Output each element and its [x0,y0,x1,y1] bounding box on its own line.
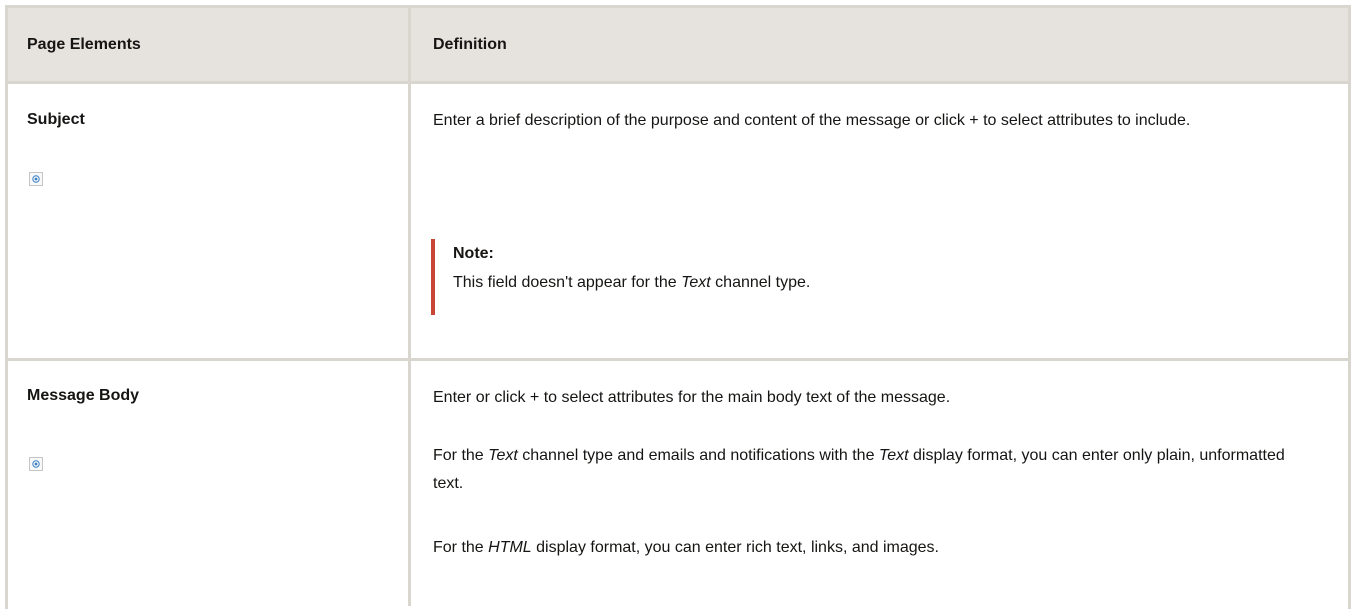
text-emphasis: HTML [488,539,532,556]
note-text-part: This field doesn't appear for the [453,274,682,291]
term-cell: Subject [8,84,411,358]
table-row: Subject Enter a brief description of the… [8,84,1348,361]
text-part: For the [433,447,489,464]
definition-cell: Enter or click + to select attributes fo… [411,361,1348,606]
text-part: For the [433,539,489,556]
definition-text: Enter or click + to select attributes fo… [433,389,951,406]
add-attribute-icon [32,460,40,468]
add-attribute-icon [32,175,40,183]
header-cell-page-elements: Page Elements [8,8,411,81]
table-row: Message Body Enter or click + to select … [8,361,1348,606]
note-text-part: channel type. [710,274,811,291]
note-text: This field doesn't appear for the Text c… [453,273,1031,293]
add-attribute-button[interactable] [29,457,43,471]
definition-text: For the HTML display format, you can ent… [433,534,1288,562]
term-message-body: Message Body [27,387,140,404]
text-emphasis: Text [488,447,518,464]
definition-table: Page Elements Definition Subject Enter a… [5,5,1351,609]
term-cell: Message Body [8,361,411,606]
column-header-definition: Definition [433,35,507,53]
definition-text: For the Text channel type and emails and… [433,442,1288,498]
text-emphasis: Text [878,447,909,464]
definition-cell: Enter a brief description of the purpose… [411,84,1348,358]
note-text-emphasis: Text [681,274,711,291]
note-title: Note: [453,245,494,262]
note-callout: Note: This field doesn't appear for the … [431,239,1031,315]
term-subject: Subject [27,111,85,128]
text-part: display format, you can enter rich text,… [531,539,939,556]
table-header-row: Page Elements Definition [8,8,1348,84]
definition-text: Enter a brief description of the purpose… [433,112,1191,129]
text-part: channel type and emails and notification… [517,447,879,464]
column-header-page-elements: Page Elements [27,35,141,53]
add-attribute-button[interactable] [29,172,43,186]
header-cell-definition: Definition [411,8,1348,81]
